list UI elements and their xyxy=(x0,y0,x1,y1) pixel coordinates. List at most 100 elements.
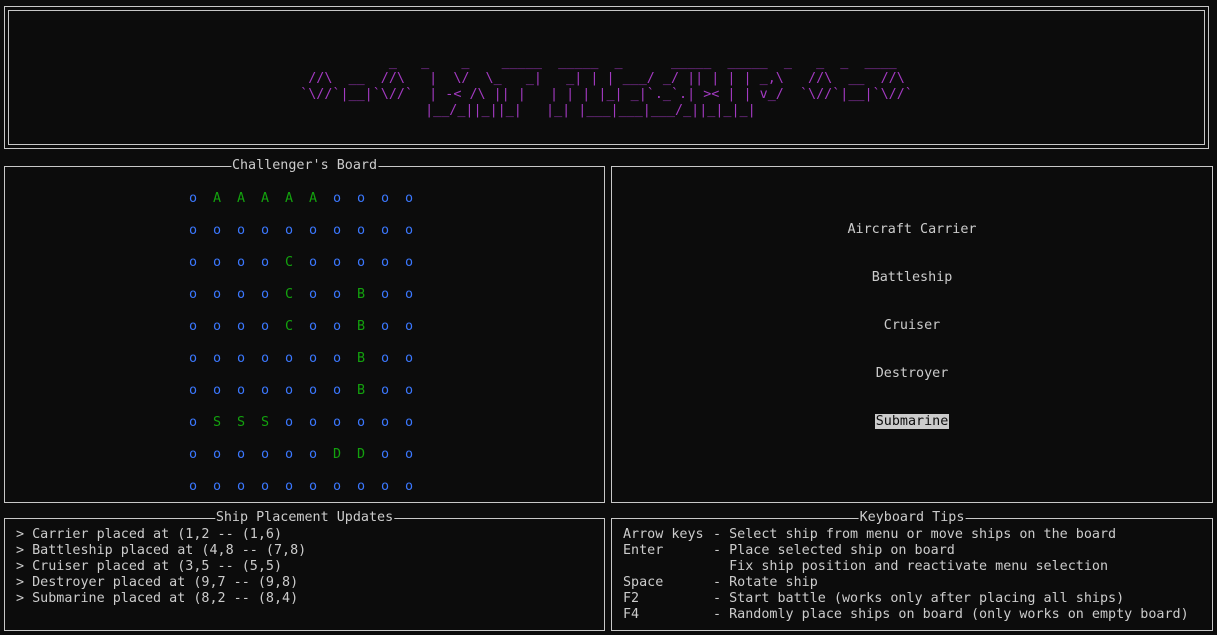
board-cell-ship[interactable]: B xyxy=(349,317,373,337)
board-cell-water[interactable]: o xyxy=(397,253,421,273)
board-cell-water[interactable]: o xyxy=(181,445,205,465)
ship-menu-item[interactable]: Submarine xyxy=(612,413,1212,461)
board-cell-water[interactable]: o xyxy=(253,477,277,497)
board-cell-ship[interactable]: S xyxy=(229,413,253,433)
board-cell-water[interactable]: o xyxy=(397,189,421,209)
board-cell-water[interactable]: o xyxy=(181,381,205,401)
board-cell-water[interactable]: o xyxy=(205,285,229,305)
board-cell-water[interactable]: o xyxy=(325,221,349,241)
board-cell-water[interactable]: o xyxy=(349,189,373,209)
board-cell-water[interactable]: o xyxy=(229,253,253,273)
board-cell-water[interactable]: o xyxy=(253,253,277,273)
board-cell-water[interactable]: o xyxy=(373,445,397,465)
board-cell-water[interactable]: o xyxy=(181,317,205,337)
board-cell-ship[interactable]: B xyxy=(349,381,373,401)
board-cell-ship[interactable]: A xyxy=(301,189,325,209)
board-cell-water[interactable]: o xyxy=(397,413,421,433)
ship-menu-item[interactable]: Aircraft Carrier xyxy=(612,221,1212,269)
board-cell-water[interactable]: o xyxy=(229,445,253,465)
board-cell-water[interactable]: o xyxy=(205,221,229,241)
board-cell-ship[interactable]: D xyxy=(325,445,349,465)
board-cell-water[interactable]: o xyxy=(301,221,325,241)
board-cell-water[interactable]: o xyxy=(397,317,421,337)
board-cell-ship[interactable]: C xyxy=(277,317,301,337)
board-cell-water[interactable]: o xyxy=(301,253,325,273)
board-cell-water[interactable]: o xyxy=(229,317,253,337)
board-cell-water[interactable]: o xyxy=(397,349,421,369)
board-cell-water[interactable]: o xyxy=(397,445,421,465)
board-cell-water[interactable]: o xyxy=(373,477,397,497)
board-cell-water[interactable]: o xyxy=(181,477,205,497)
board-cell-water[interactable]: o xyxy=(325,381,349,401)
board-cell-water[interactable]: o xyxy=(325,253,349,273)
board-cell-water[interactable]: o xyxy=(205,477,229,497)
board-cell-water[interactable]: o xyxy=(349,477,373,497)
board-cell-ship[interactable]: S xyxy=(205,413,229,433)
board-cell-water[interactable]: o xyxy=(301,413,325,433)
board-cell-ship[interactable]: S xyxy=(253,413,277,433)
board-cell-water[interactable]: o xyxy=(205,253,229,273)
board-cell-water[interactable]: o xyxy=(229,381,253,401)
board-cell-water[interactable]: o xyxy=(181,253,205,273)
board-cell-water[interactable]: o xyxy=(277,413,301,433)
board-cell-water[interactable]: o xyxy=(277,221,301,241)
board-cell-water[interactable]: o xyxy=(253,221,277,241)
board-cell-water[interactable]: o xyxy=(301,317,325,337)
board-cell-ship[interactable]: A xyxy=(253,189,277,209)
board-cell-water[interactable]: o xyxy=(373,253,397,273)
board-cell-water[interactable]: o xyxy=(373,285,397,305)
board-cell-water[interactable]: o xyxy=(181,349,205,369)
board-cell-water[interactable]: o xyxy=(301,445,325,465)
board-cell-water[interactable]: o xyxy=(349,413,373,433)
board-cell-ship[interactable]: A xyxy=(229,189,253,209)
board-cell-water[interactable]: o xyxy=(373,221,397,241)
ship-menu[interactable]: Aircraft Carrier Battleship Cruiser Destroy… xyxy=(612,221,1212,461)
board-cell-water[interactable]: o xyxy=(373,381,397,401)
ship-menu-item[interactable]: Destroyer xyxy=(612,365,1212,413)
board-cell-water[interactable]: o xyxy=(325,413,349,433)
ship-menu-item[interactable]: Battleship xyxy=(612,269,1212,317)
board-cell-water[interactable]: o xyxy=(229,349,253,369)
board-cell-water[interactable]: o xyxy=(253,285,277,305)
board-cell-water[interactable]: o xyxy=(325,317,349,337)
board-cell-water[interactable]: o xyxy=(397,381,421,401)
ship-menu-item[interactable]: Cruiser xyxy=(612,317,1212,365)
board-cell-water[interactable]: o xyxy=(253,445,277,465)
board-cell-water[interactable]: o xyxy=(325,285,349,305)
board-cell-water[interactable]: o xyxy=(253,349,277,369)
board-cell-ship[interactable]: A xyxy=(277,189,301,209)
board-cell-water[interactable]: o xyxy=(373,349,397,369)
board-cell-water[interactable]: o xyxy=(205,349,229,369)
board-cell-water[interactable]: o xyxy=(229,477,253,497)
board-cell-water[interactable]: o xyxy=(397,285,421,305)
board-cell-water[interactable]: o xyxy=(325,477,349,497)
board-cell-water[interactable]: o xyxy=(373,189,397,209)
board-cell-water[interactable]: o xyxy=(325,349,349,369)
board-cell-water[interactable]: o xyxy=(181,189,205,209)
board-cell-water[interactable]: o xyxy=(397,477,421,497)
board-cell-water[interactable]: o xyxy=(205,381,229,401)
board-cell-water[interactable]: o xyxy=(277,349,301,369)
board-cell-water[interactable]: o xyxy=(277,381,301,401)
board-cell-water[interactable]: o xyxy=(301,477,325,497)
board-cell-water[interactable]: o xyxy=(301,285,325,305)
board-cell-water[interactable]: o xyxy=(277,477,301,497)
board-cell-water[interactable]: o xyxy=(325,189,349,209)
board-cell-ship[interactable]: A xyxy=(205,189,229,209)
board-cell-water[interactable]: o xyxy=(205,317,229,337)
board-cell-ship[interactable]: C xyxy=(277,285,301,305)
board-cell-water[interactable]: o xyxy=(373,317,397,337)
board-cell-water[interactable]: o xyxy=(181,413,205,433)
board-cell-ship[interactable]: D xyxy=(349,445,373,465)
board-cell-water[interactable]: o xyxy=(349,221,373,241)
board-cell-water[interactable]: o xyxy=(253,381,277,401)
board-cell-water[interactable]: o xyxy=(181,221,205,241)
board-cell-water[interactable]: o xyxy=(181,285,205,305)
board-cell-water[interactable]: o xyxy=(349,253,373,273)
board-cell-water[interactable]: o xyxy=(205,445,229,465)
board-cell-ship[interactable]: C xyxy=(277,253,301,273)
board-cell-water[interactable]: o xyxy=(277,445,301,465)
board-cell-water[interactable]: o xyxy=(253,317,277,337)
board-cell-water[interactable]: o xyxy=(229,285,253,305)
board-cell-water[interactable]: o xyxy=(301,381,325,401)
